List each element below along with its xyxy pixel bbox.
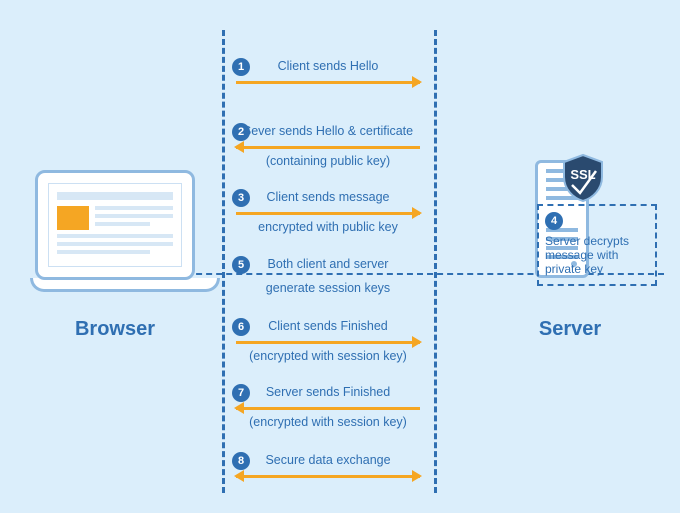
arrow-left-icon bbox=[236, 144, 420, 150]
step-2: 2 Sever sends Hello & certificate (conta… bbox=[222, 123, 434, 168]
step-1: 1 Client sends Hello bbox=[222, 58, 434, 85]
step-5-badge: 5 bbox=[232, 256, 250, 274]
step-8: 8 Secure data exchange bbox=[222, 452, 434, 479]
step-7-sub: (encrypted with session key) bbox=[222, 415, 434, 429]
ssl-text: SSL bbox=[570, 167, 595, 182]
step-3-text: Client sends message bbox=[222, 189, 434, 206]
step-2-sub: (containing public key) bbox=[222, 154, 434, 168]
step-1-text: Client sends Hello bbox=[222, 58, 434, 75]
arrow-right-icon bbox=[236, 210, 420, 216]
server-label: Server bbox=[500, 318, 640, 341]
step-6-text: Client sends Finished bbox=[222, 318, 434, 335]
step-6: 6 Client sends Finished (encrypted with … bbox=[222, 318, 434, 363]
step-3-badge: 3 bbox=[232, 189, 250, 207]
arrow-right-icon bbox=[236, 79, 420, 85]
step-7: 7 Server sends Finished (encrypted with … bbox=[222, 384, 434, 429]
step-4-box: 4 Server decrypts message with private k… bbox=[537, 204, 657, 286]
step-4-text: Server decrypts message with private key bbox=[545, 234, 649, 276]
arrow-right-icon bbox=[236, 339, 420, 345]
step-3: 3 Client sends message encrypted with pu… bbox=[222, 189, 434, 234]
step-5-sub: generate session keys bbox=[222, 281, 434, 295]
arrow-left-icon bbox=[236, 405, 420, 411]
step-5-text: Both client and server bbox=[222, 256, 434, 273]
browser-icon bbox=[30, 170, 200, 292]
step-2-text: Sever sends Hello & certificate bbox=[222, 123, 434, 140]
step-6-sub: (encrypted with session key) bbox=[222, 349, 434, 363]
step-7-badge: 7 bbox=[232, 384, 250, 402]
step-4-badge: 4 bbox=[545, 212, 563, 230]
step-2-badge: 2 bbox=[232, 123, 250, 141]
arrow-both-icon bbox=[236, 473, 420, 479]
step-1-badge: 1 bbox=[232, 58, 250, 76]
step-8-badge: 8 bbox=[232, 452, 250, 470]
ssl-shield-icon: SSL bbox=[560, 153, 606, 203]
server-lifeline bbox=[434, 30, 437, 493]
step-5: 5 Both client and server generate sessio… bbox=[222, 256, 434, 295]
step-6-badge: 6 bbox=[232, 318, 250, 336]
step-3-sub: encrypted with public key bbox=[222, 220, 434, 234]
step-8-text: Secure data exchange bbox=[222, 452, 434, 469]
step-7-text: Server sends Finished bbox=[222, 384, 434, 401]
browser-label: Browser bbox=[30, 318, 200, 341]
